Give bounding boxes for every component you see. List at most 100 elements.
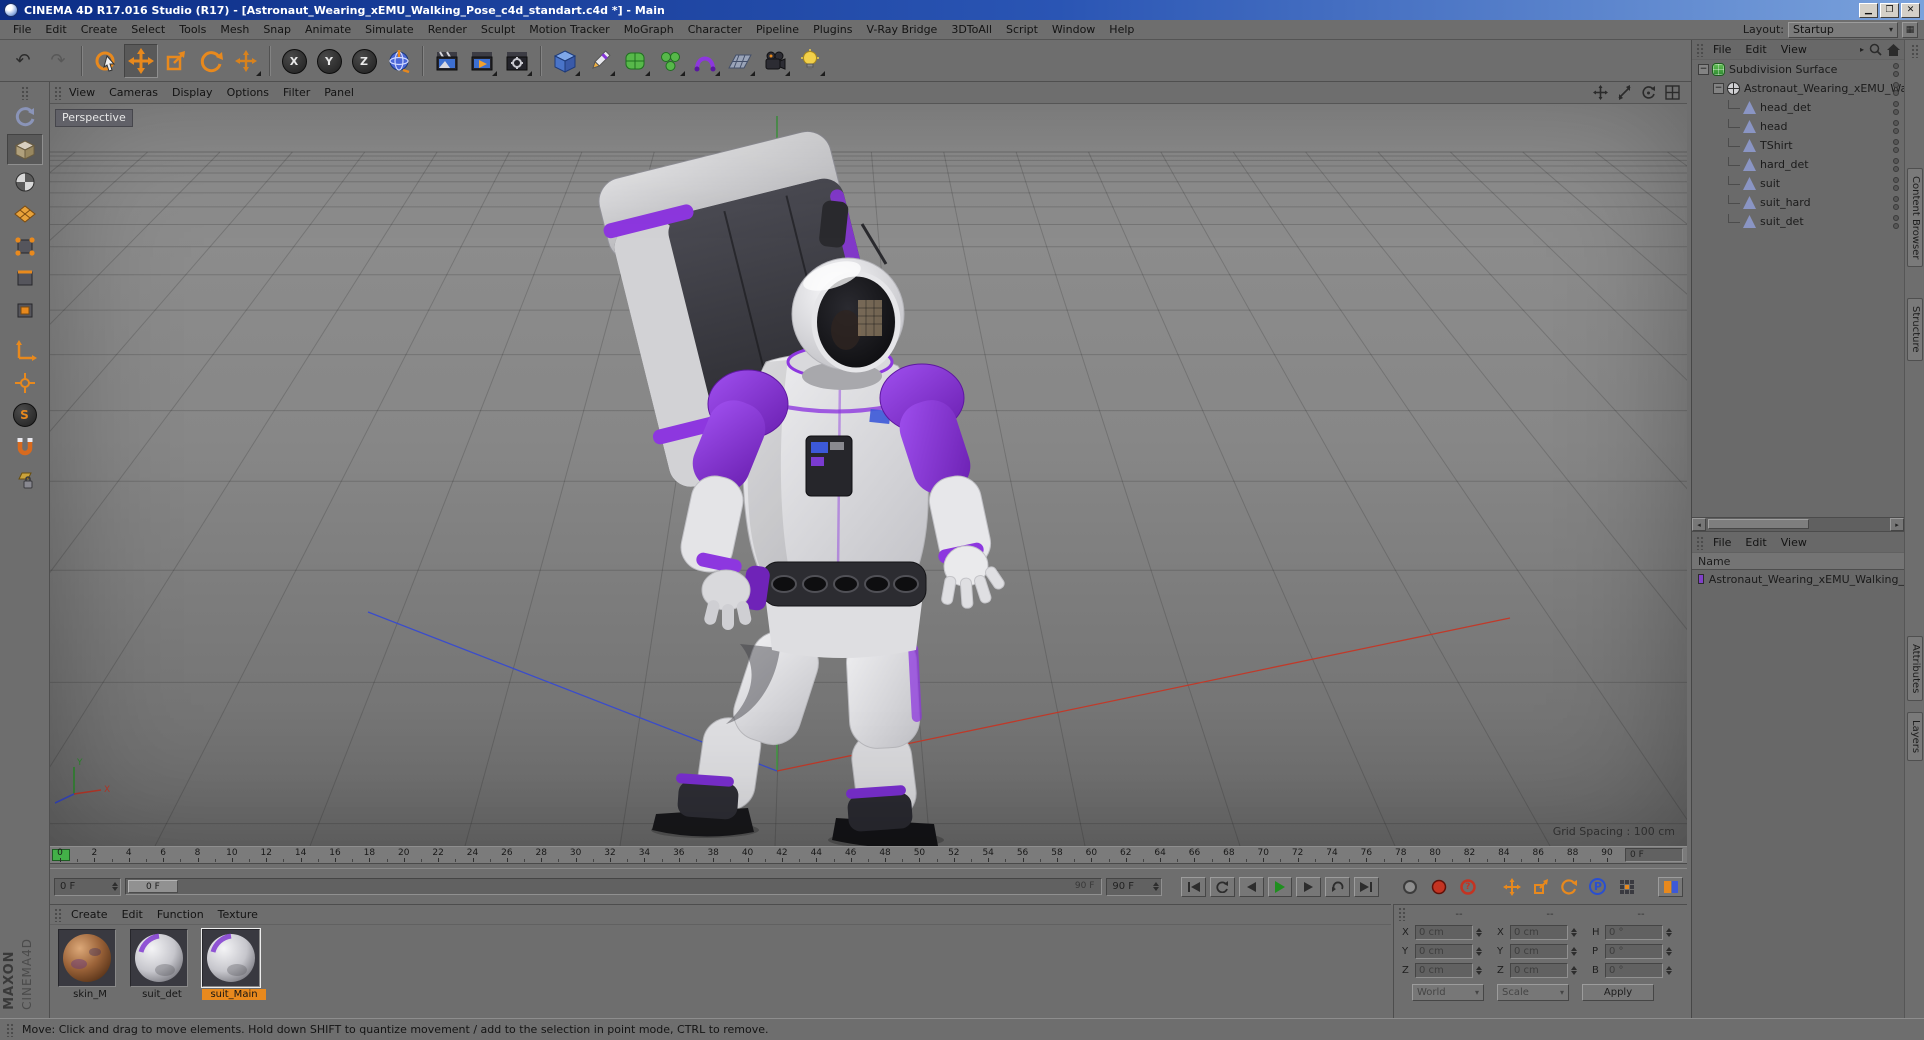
menubar-item-pipeline[interactable]: Pipeline <box>749 21 806 38</box>
layers-menu-item-view[interactable]: View <box>1774 534 1814 551</box>
material-thumbnail[interactable] <box>201 928 261 988</box>
value-stepper[interactable] <box>1476 928 1482 937</box>
key-parameter-button[interactable]: P <box>1586 877 1611 897</box>
object-manager-menu-item-view[interactable]: View <box>1774 41 1814 58</box>
camera-label[interactable]: Perspective <box>55 109 133 127</box>
tab-layers[interactable]: Layers <box>1907 712 1923 762</box>
key-scale-button[interactable] <box>1528 877 1553 897</box>
coordinates-grip-icon[interactable] <box>1398 907 1406 921</box>
menubar-item-select[interactable]: Select <box>124 21 172 38</box>
search-icon[interactable] <box>1869 43 1882 56</box>
tab-content-browser[interactable]: Content Browser <box>1907 168 1923 268</box>
menubar-item-character[interactable]: Character <box>681 21 749 38</box>
value-stepper[interactable] <box>1666 947 1672 956</box>
materials-menu-item-edit[interactable]: Edit <box>115 906 150 923</box>
material-thumbnail[interactable] <box>130 929 188 987</box>
value-stepper[interactable] <box>1571 928 1577 937</box>
timeline-frame-box[interactable]: 0 F <box>1625 848 1683 862</box>
material-suit-det[interactable]: suit_det <box>130 929 194 1000</box>
editor-visibility-dot[interactable] <box>1893 158 1899 164</box>
menubar-item-plugins[interactable]: Plugins <box>806 21 859 38</box>
menubar-item-tools[interactable]: Tools <box>172 21 213 38</box>
visibility-dots[interactable] <box>1893 101 1899 115</box>
undo-button[interactable]: ↶ <box>6 44 40 78</box>
palette-grip-icon[interactable] <box>20 86 29 100</box>
render-visibility-dot[interactable] <box>1893 147 1899 153</box>
render-visibility-dot[interactable] <box>1893 128 1899 134</box>
viewport-canvas[interactable]: Y X Z Perspective Grid Spacing : 100 cm <box>50 104 1687 846</box>
redo-button[interactable]: ↷ <box>41 44 75 78</box>
x-axis-lock-button[interactable]: X <box>277 44 311 78</box>
pen-tool-button[interactable] <box>583 44 617 78</box>
play-cycle-button[interactable] <box>1210 876 1235 897</box>
z-axis-lock-button[interactable]: Z <box>347 44 381 78</box>
transform-mode-dropdown[interactable]: Scale ▾ <box>1497 984 1569 1001</box>
visibility-dots[interactable] <box>1893 196 1899 210</box>
live-selection-button[interactable] <box>89 44 123 78</box>
last-tool-button[interactable] <box>229 44 263 78</box>
scale-tool-button[interactable] <box>159 44 193 78</box>
object-manager-grip-icon[interactable] <box>1696 42 1704 57</box>
value-stepper[interactable] <box>1571 966 1577 975</box>
object-row-subdivision-surface[interactable]: − Subdivision Surface <box>1692 60 1904 79</box>
goto-start-button[interactable] <box>1181 876 1207 897</box>
next-frame-button[interactable] <box>1296 876 1322 897</box>
menubar-item-animate[interactable]: Animate <box>298 21 358 38</box>
scroll-right-icon[interactable]: ▸ <box>1860 45 1864 54</box>
render-visibility-dot[interactable] <box>1893 223 1899 229</box>
render-visibility-dot[interactable] <box>1893 166 1899 172</box>
object-manager-hscrollbar[interactable]: ◂ ▸ <box>1692 517 1904 531</box>
size-y-field[interactable]: 0 cm <box>1510 944 1568 959</box>
edges-mode-button[interactable] <box>7 262 43 293</box>
array-button[interactable] <box>653 44 687 78</box>
scrollbar-track[interactable] <box>1706 518 1890 531</box>
position-y-field[interactable]: 0 cm <box>1415 944 1473 959</box>
end-frame-field[interactable]: 90 F <box>1106 877 1162 896</box>
camera-button[interactable] <box>758 44 792 78</box>
apply-button[interactable]: Apply <box>1582 984 1654 1001</box>
value-stepper[interactable] <box>1666 928 1672 937</box>
autokey-button[interactable] <box>1427 877 1452 897</box>
layout-dropdown[interactable]: Startup ▾ <box>1788 21 1898 38</box>
editor-visibility-dot[interactable] <box>1893 82 1899 88</box>
scroll-right-arrow-icon[interactable]: ▸ <box>1890 518 1904 531</box>
object-row-suit-det[interactable]: suit_det <box>1692 212 1904 231</box>
render-visibility-dot[interactable] <box>1893 71 1899 77</box>
home-icon[interactable] <box>1887 43 1900 56</box>
minimize-button[interactable]: ▁ <box>1859 2 1878 18</box>
object-manager-menu-item-edit[interactable]: Edit <box>1738 41 1773 58</box>
layout-manager-icon[interactable]: ▦ <box>1902 21 1918 38</box>
scroll-left-arrow-icon[interactable]: ◂ <box>1692 518 1706 531</box>
deformer-button[interactable] <box>688 44 722 78</box>
goto-end-button[interactable] <box>1353 876 1379 897</box>
editor-visibility-dot[interactable] <box>1893 177 1899 183</box>
visibility-dots[interactable] <box>1893 177 1899 191</box>
menubar-item-sculpt[interactable]: Sculpt <box>474 21 522 38</box>
layers-menu-item-edit[interactable]: Edit <box>1738 534 1773 551</box>
previous-frame-button[interactable] <box>1238 876 1264 897</box>
y-axis-lock-button[interactable]: Y <box>312 44 346 78</box>
position-x-field[interactable]: 0 cm <box>1415 925 1473 940</box>
visibility-dots[interactable] <box>1893 139 1899 153</box>
viewport-menu-item-display[interactable]: Display <box>165 84 220 101</box>
render-visibility-dot[interactable] <box>1893 90 1899 96</box>
timeline-scrub-area[interactable]: 0 2 4 6 8 10 12 14 16 18 20 22 24 26 28 30 32 34 36 38 40 42 4… <box>50 847 1617 863</box>
tab-attributes[interactable]: Attributes <box>1907 636 1923 702</box>
viewport-solo-button[interactable]: S <box>7 399 43 430</box>
object-row-head-det[interactable]: head_det <box>1692 98 1904 117</box>
rotation-h-field[interactable]: 0 ° <box>1605 925 1663 940</box>
loop-button[interactable] <box>1325 876 1350 897</box>
render-view-button[interactable] <box>430 44 464 78</box>
current-frame-field[interactable]: 0 F <box>54 877 121 896</box>
render-visibility-dot[interactable] <box>1893 185 1899 191</box>
enable-snap-button[interactable] <box>7 431 43 462</box>
axis-modification-button[interactable] <box>7 367 43 398</box>
viewport-toggle-icon[interactable] <box>1663 85 1681 101</box>
render-visibility-dot[interactable] <box>1893 109 1899 115</box>
value-stepper[interactable] <box>1571 947 1577 956</box>
menubar-item-mesh[interactable]: Mesh <box>213 21 256 38</box>
editor-visibility-dot[interactable] <box>1893 139 1899 145</box>
layer-color-chip[interactable] <box>1698 574 1704 584</box>
visibility-dots[interactable] <box>1893 120 1899 134</box>
render-picture-viewer-button[interactable] <box>465 44 499 78</box>
